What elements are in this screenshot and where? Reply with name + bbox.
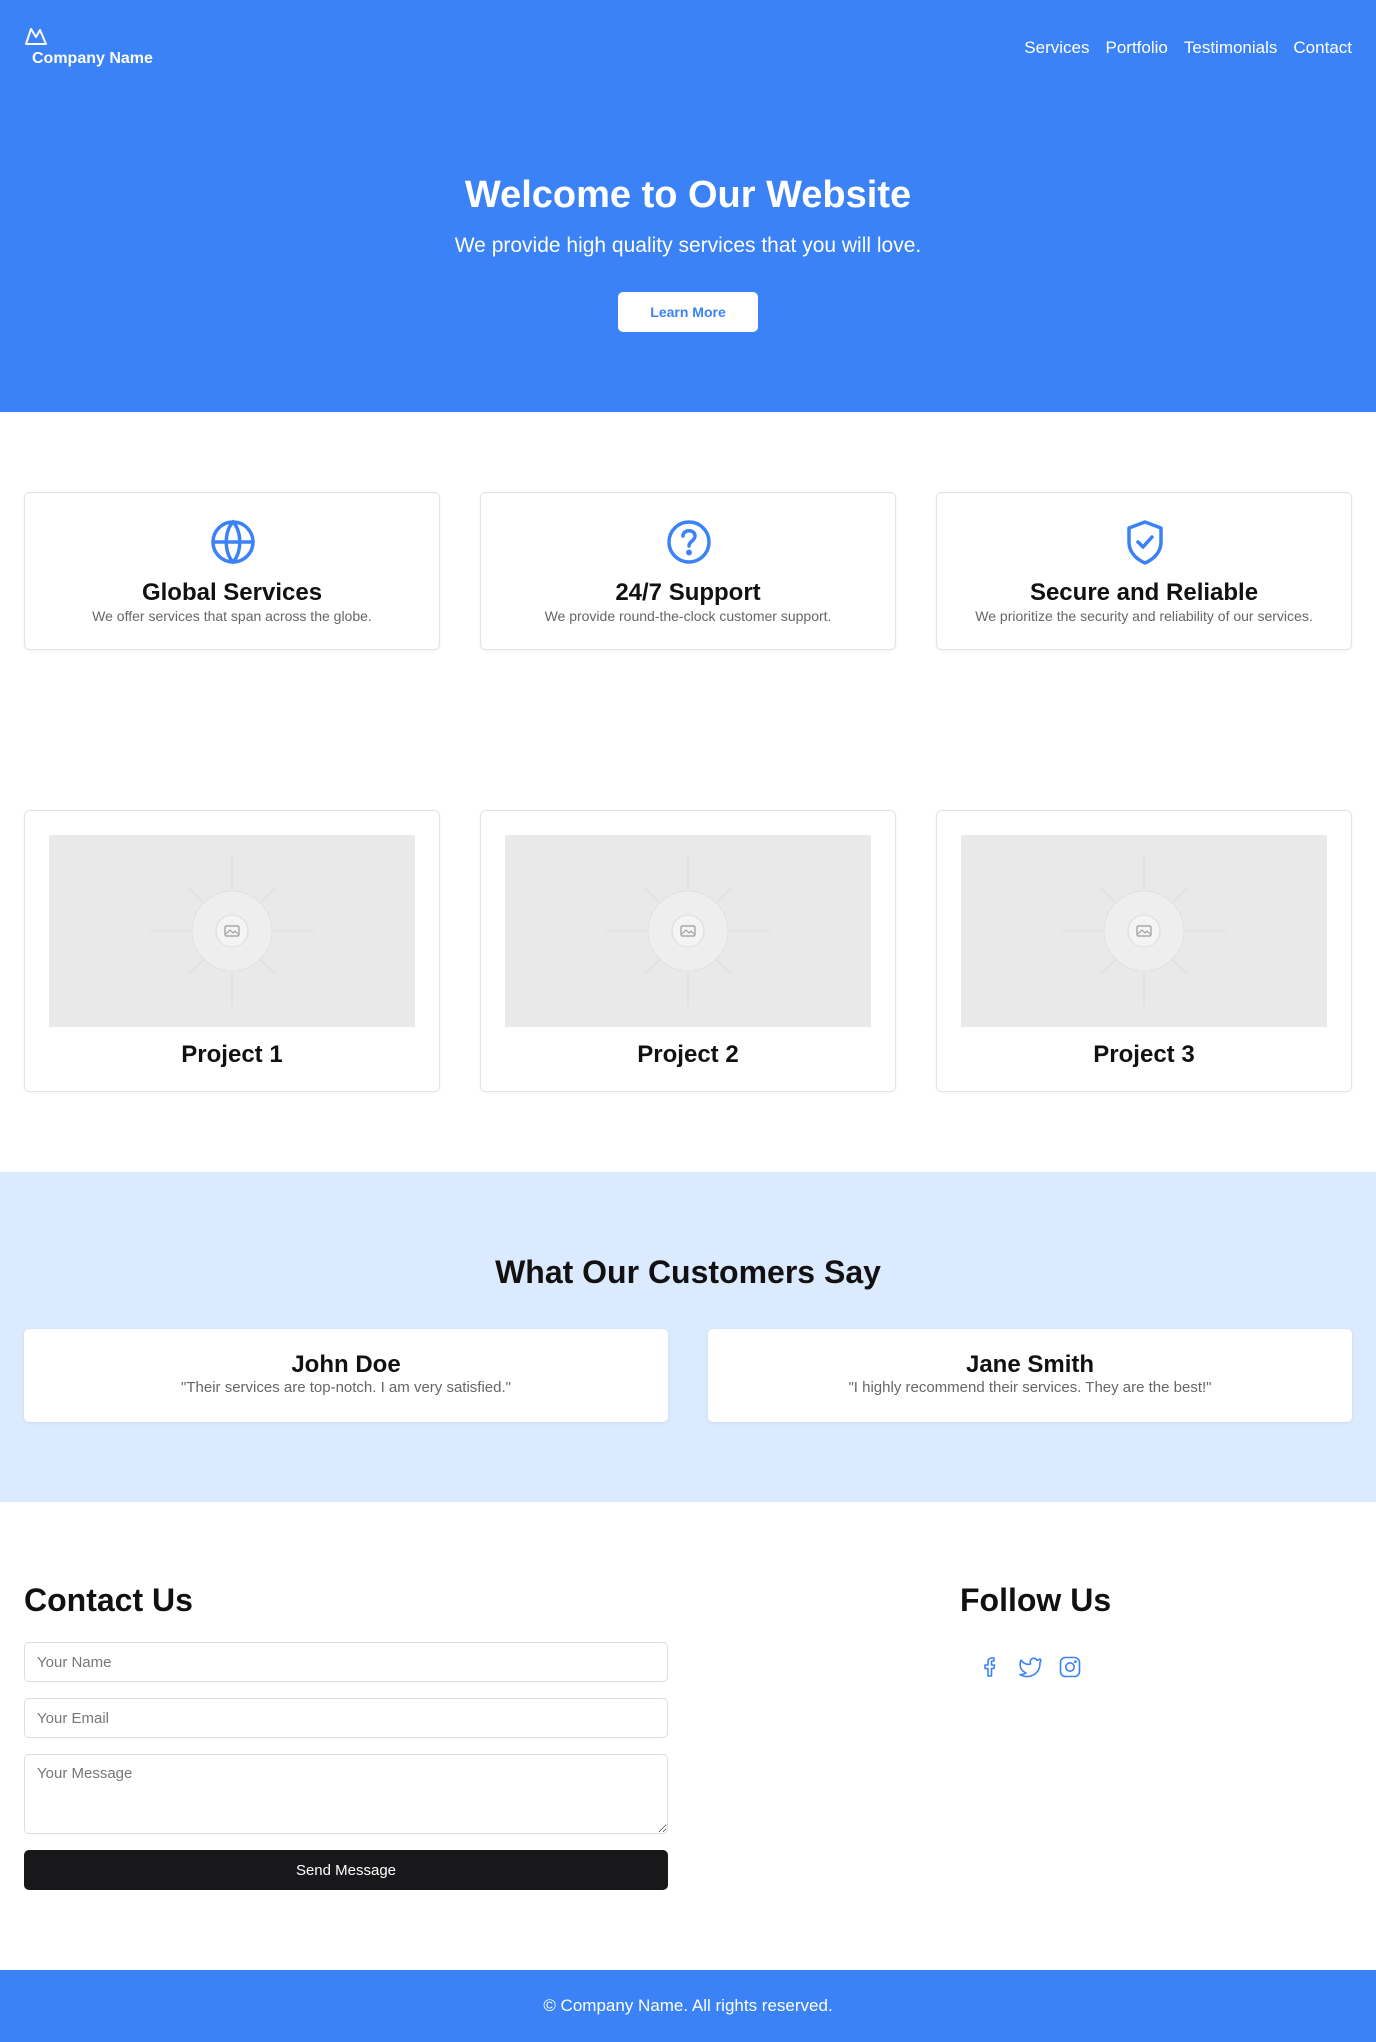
feature-title: 24/7 Support xyxy=(615,579,761,606)
mountain-icon xyxy=(25,28,47,45)
testimonials-section: What Our Customers Say John Doe "Their s… xyxy=(0,1172,1376,1502)
globe-icon xyxy=(211,519,255,565)
help-circle-icon xyxy=(667,520,711,564)
feature-title: Secure and Reliable xyxy=(1029,579,1259,606)
testimonial-card: John Doe "Their services are top-notch. … xyxy=(24,1329,668,1422)
feature-card: Global Services We offer services that s… xyxy=(24,492,440,650)
contact-heading: Contact Us xyxy=(24,1582,193,1618)
testimonial-author: John Doe xyxy=(291,1351,401,1378)
portfolio-section: Project 1 Project 2 Project 3 xyxy=(24,810,1352,1092)
testimonials-heading: What Our Customers Say xyxy=(495,1254,881,1290)
project-title: Project 2 xyxy=(637,1041,739,1068)
testimonial-quote: "I highly recommend their services. They… xyxy=(848,1379,1212,1396)
brand-logo[interactable]: Company Name xyxy=(24,26,153,67)
hero-section: Company Name Services Portfolio Testimon… xyxy=(0,0,1376,412)
image-placeholder-icon xyxy=(605,855,771,1007)
project-title: Project 1 xyxy=(181,1041,283,1068)
testimonial-card: Jane Smith "I highly recommend their ser… xyxy=(708,1329,1352,1422)
testimonial-author: Jane Smith xyxy=(965,1351,1095,1378)
feature-title: Global Services xyxy=(141,579,323,606)
image-placeholder-icon xyxy=(149,855,315,1007)
project-image xyxy=(961,835,1327,1027)
image-placeholder-icon xyxy=(1061,855,1227,1007)
instagram-icon[interactable] xyxy=(1058,1655,1082,1679)
feature-description: We provide round-the-clock customer supp… xyxy=(544,608,832,624)
send-message-button[interactable]: Send Message xyxy=(24,1850,668,1890)
project-card[interactable]: Project 1 xyxy=(24,810,440,1092)
nav-link-testimonials[interactable]: Testimonials xyxy=(1184,38,1278,58)
testimonial-quote: "Their services are top-notch. I am very… xyxy=(181,1379,511,1396)
follow-heading: Follow Us xyxy=(960,1582,1112,1618)
message-field[interactable] xyxy=(24,1754,668,1834)
social-links xyxy=(978,1655,1082,1679)
nav-link-services[interactable]: Services xyxy=(1024,38,1089,58)
project-card[interactable]: Project 3 xyxy=(936,810,1352,1092)
footer: © Company Name. All rights reserved. xyxy=(0,1970,1376,2042)
twitter-icon[interactable] xyxy=(1018,1655,1042,1679)
facebook-icon[interactable] xyxy=(978,1655,1002,1679)
hero-title: Welcome to Our Website xyxy=(464,174,912,216)
project-title: Project 3 xyxy=(1093,1041,1195,1068)
feature-description: We offer services that span across the g… xyxy=(92,608,372,624)
shield-check-icon xyxy=(1127,520,1163,565)
copyright-text: © Company Name. All rights reserved. xyxy=(543,1996,833,2015)
main-nav: Services Portfolio Testimonials Contact xyxy=(1024,38,1352,58)
learn-more-button[interactable]: Learn More xyxy=(618,292,758,332)
nav-link-contact[interactable]: Contact xyxy=(1293,38,1352,58)
feature-description: We prioritize the security and reliabili… xyxy=(975,608,1313,624)
hero-subtitle: We provide high quality services that yo… xyxy=(454,234,922,257)
project-image xyxy=(49,835,415,1027)
feature-card: 24/7 Support We provide round-the-clock … xyxy=(480,492,896,650)
email-field[interactable] xyxy=(24,1698,668,1738)
brand-name: Company Name xyxy=(32,50,153,67)
feature-card: Secure and Reliable We prioritize the se… xyxy=(936,492,1352,650)
nav-link-portfolio[interactable]: Portfolio xyxy=(1105,38,1167,58)
project-card[interactable]: Project 2 xyxy=(480,810,896,1092)
features-section: Global Services We offer services that s… xyxy=(24,492,1352,650)
name-field[interactable] xyxy=(24,1642,668,1682)
project-image xyxy=(505,835,871,1027)
